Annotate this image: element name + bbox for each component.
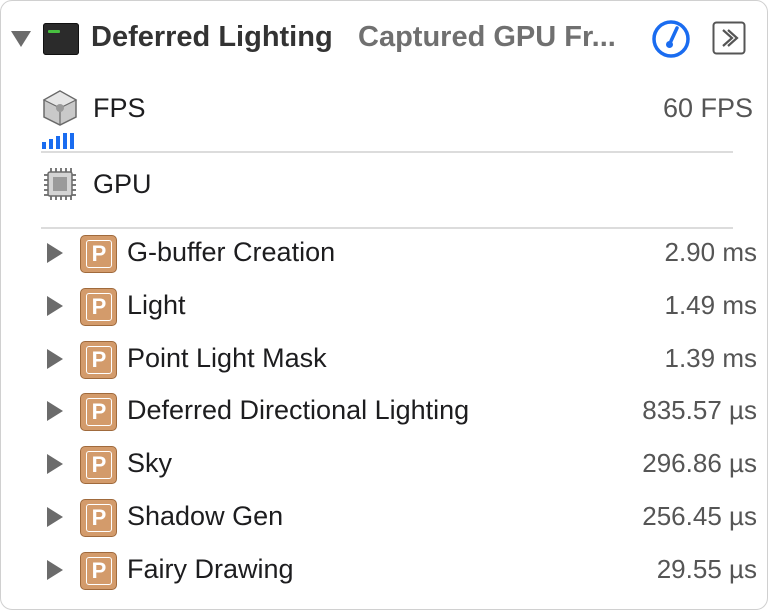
pass-label: Light: [127, 289, 186, 320]
pass-badge-icon: P: [80, 393, 117, 432]
disclosure-triangle-collapsed-icon[interactable]: [47, 243, 63, 263]
pass-time: 296.86 µs: [642, 448, 757, 479]
pass-time: 1.39 ms: [664, 342, 758, 373]
render-pass-row[interactable]: P Deferred Directional Lighting 835.57 µs: [1, 388, 767, 440]
disclosure-triangle-collapsed-icon[interactable]: [47, 507, 63, 527]
pass-badge-icon: P: [80, 340, 117, 379]
disclosure-triangle-collapsed-icon[interactable]: [47, 454, 63, 475]
render-pass-row[interactable]: P Sky 296.86 µs: [1, 441, 767, 493]
pass-badge-icon: P: [80, 446, 117, 485]
gauge-icon[interactable]: [651, 19, 691, 59]
fps-meter-bar: [63, 133, 67, 149]
pass-badge-icon: P: [80, 287, 117, 326]
fps-meter-bar: [56, 136, 60, 149]
fps-meter-bar: [49, 139, 53, 149]
fps-row[interactable]: FPS 60 FPS: [1, 87, 767, 151]
fps-label: FPS: [93, 93, 146, 123]
pass-label: Deferred Directional Lighting: [127, 395, 470, 426]
disclosure-triangle-collapsed-icon[interactable]: [47, 559, 63, 580]
fps-meter: [42, 133, 78, 149]
pass-label: Point Light Mask: [127, 342, 327, 373]
pass-label: Sky: [127, 448, 173, 479]
disclosure-triangle-collapsed-icon[interactable]: [47, 295, 63, 316]
divider: [41, 151, 733, 153]
divider: [41, 227, 733, 229]
pass-badge-icon: P: [80, 235, 117, 273]
render-pass-row[interactable]: P Shadow Gen 256.45 µs: [1, 494, 767, 546]
pass-badge-icon: P: [80, 499, 117, 537]
disclosure-triangle-collapsed-icon[interactable]: [47, 401, 63, 422]
fps-meter-bar: [42, 142, 46, 149]
render-pass-row[interactable]: P Point Light Mask 1.39 ms: [1, 336, 767, 388]
disclosure-triangle-expanded-icon[interactable]: [11, 31, 31, 47]
pass-time: 835.57 µs: [642, 395, 757, 426]
pass-badge-icon: P: [80, 551, 117, 590]
fps-value: 60 FPS: [662, 93, 753, 123]
pass-time: 29.55 µs: [656, 553, 757, 584]
capture-status: Captured GPU Fr...: [358, 21, 616, 53]
gpu-row[interactable]: GPU: [1, 163, 767, 219]
render-pass-row[interactable]: P G-buffer Creation 2.90 ms: [1, 230, 767, 282]
fps-cube-icon: [41, 89, 79, 132]
gpu-chip-icon: [41, 165, 79, 208]
gpu-label: GPU: [93, 169, 152, 199]
pass-label: Fairy Drawing: [127, 553, 294, 584]
pass-label: G-buffer Creation: [127, 237, 336, 267]
app-title: Deferred Lighting: [91, 21, 333, 53]
pass-time: 2.90 ms: [664, 237, 758, 267]
fps-meter-bar: [70, 133, 74, 149]
pass-time: 1.49 ms: [664, 289, 758, 320]
report-header: Deferred Lighting Captured GPU Fr...: [1, 1, 767, 79]
pass-time: 256.45 µs: [642, 501, 757, 531]
render-pass-row[interactable]: P Fairy Drawing 29.55 µs: [1, 547, 767, 599]
app-terminal-icon: [43, 23, 79, 55]
render-pass-row[interactable]: P Light 1.49 ms: [1, 283, 767, 335]
jump-to-icon[interactable]: [712, 21, 746, 55]
pass-label: Shadow Gen: [127, 501, 284, 531]
gpu-report-panel: Deferred Lighting Captured GPU Fr... FPS…: [0, 0, 768, 610]
disclosure-triangle-collapsed-icon[interactable]: [47, 348, 63, 369]
